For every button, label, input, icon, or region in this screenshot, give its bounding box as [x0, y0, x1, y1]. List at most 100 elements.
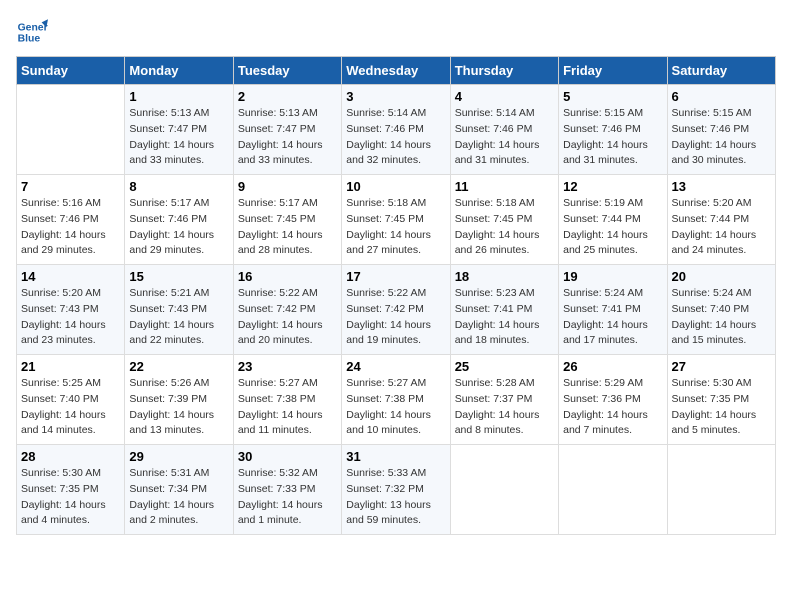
day-info: Sunrise: 5:13 AMSunset: 7:47 PMDaylight:…: [129, 106, 228, 169]
day-cell: 15 Sunrise: 5:21 AMSunset: 7:43 PMDayligh…: [125, 265, 233, 355]
day-info: Sunrise: 5:29 AMSunset: 7:36 PMDaylight:…: [563, 376, 662, 439]
header-cell-wednesday: Wednesday: [342, 57, 450, 85]
logo-icon: General Blue: [16, 16, 48, 48]
day-number: 7: [21, 179, 120, 194]
day-info: Sunrise: 5:17 AMSunset: 7:45 PMDaylight:…: [238, 196, 337, 259]
day-cell: 24 Sunrise: 5:27 AMSunset: 7:38 PMDayligh…: [342, 355, 450, 445]
calendar-body: 1 Sunrise: 5:13 AMSunset: 7:47 PMDaylight…: [17, 85, 776, 535]
day-cell: 30 Sunrise: 5:32 AMSunset: 7:33 PMDayligh…: [233, 445, 341, 535]
week-row-2: 7 Sunrise: 5:16 AMSunset: 7:46 PMDaylight…: [17, 175, 776, 265]
day-info: Sunrise: 5:14 AMSunset: 7:46 PMDaylight:…: [346, 106, 445, 169]
header-cell-saturday: Saturday: [667, 57, 775, 85]
day-cell: [559, 445, 667, 535]
day-number: 25: [455, 359, 554, 374]
day-number: 22: [129, 359, 228, 374]
day-cell: 20 Sunrise: 5:24 AMSunset: 7:40 PMDayligh…: [667, 265, 775, 355]
header-cell-thursday: Thursday: [450, 57, 558, 85]
day-cell: 23 Sunrise: 5:27 AMSunset: 7:38 PMDayligh…: [233, 355, 341, 445]
day-number: 2: [238, 89, 337, 104]
day-info: Sunrise: 5:18 AMSunset: 7:45 PMDaylight:…: [455, 196, 554, 259]
day-info: Sunrise: 5:26 AMSunset: 7:39 PMDaylight:…: [129, 376, 228, 439]
logo: General Blue: [16, 16, 48, 48]
day-info: Sunrise: 5:31 AMSunset: 7:34 PMDaylight:…: [129, 466, 228, 529]
day-info: Sunrise: 5:33 AMSunset: 7:32 PMDaylight:…: [346, 466, 445, 529]
day-cell: 11 Sunrise: 5:18 AMSunset: 7:45 PMDayligh…: [450, 175, 558, 265]
day-number: 11: [455, 179, 554, 194]
day-cell: 28 Sunrise: 5:30 AMSunset: 7:35 PMDayligh…: [17, 445, 125, 535]
day-number: 12: [563, 179, 662, 194]
header-cell-sunday: Sunday: [17, 57, 125, 85]
day-info: Sunrise: 5:23 AMSunset: 7:41 PMDaylight:…: [455, 286, 554, 349]
day-number: 5: [563, 89, 662, 104]
week-row-5: 28 Sunrise: 5:30 AMSunset: 7:35 PMDayligh…: [17, 445, 776, 535]
day-number: 23: [238, 359, 337, 374]
day-cell: [450, 445, 558, 535]
day-cell: 2 Sunrise: 5:13 AMSunset: 7:47 PMDaylight…: [233, 85, 341, 175]
day-info: Sunrise: 5:27 AMSunset: 7:38 PMDaylight:…: [346, 376, 445, 439]
week-row-1: 1 Sunrise: 5:13 AMSunset: 7:47 PMDaylight…: [17, 85, 776, 175]
day-cell: 22 Sunrise: 5:26 AMSunset: 7:39 PMDayligh…: [125, 355, 233, 445]
day-cell: 4Sunrise: 5:14 AMSunset: 7:46 PMDaylight…: [450, 85, 558, 175]
day-info: Sunrise: 5:22 AMSunset: 7:42 PMDaylight:…: [346, 286, 445, 349]
day-cell: 10 Sunrise: 5:18 AMSunset: 7:45 PMDayligh…: [342, 175, 450, 265]
day-number: 19: [563, 269, 662, 284]
day-number: 29: [129, 449, 228, 464]
day-cell: 13Sunrise: 5:20 AMSunset: 7:44 PMDayligh…: [667, 175, 775, 265]
day-cell: 26 Sunrise: 5:29 AMSunset: 7:36 PMDayligh…: [559, 355, 667, 445]
day-info: Sunrise: 5:22 AMSunset: 7:42 PMDaylight:…: [238, 286, 337, 349]
day-cell: [667, 445, 775, 535]
day-number: 6: [672, 89, 771, 104]
day-number: 21: [21, 359, 120, 374]
day-cell: 14Sunrise: 5:20 AMSunset: 7:43 PMDayligh…: [17, 265, 125, 355]
day-cell: 5Sunrise: 5:15 AMSunset: 7:46 PMDaylight…: [559, 85, 667, 175]
day-cell: 19 Sunrise: 5:24 AMSunset: 7:41 PMDayligh…: [559, 265, 667, 355]
day-cell: 21Sunrise: 5:25 AMSunset: 7:40 PMDayligh…: [17, 355, 125, 445]
day-info: Sunrise: 5:30 AMSunset: 7:35 PMDaylight:…: [672, 376, 771, 439]
day-info: Sunrise: 5:13 AMSunset: 7:47 PMDaylight:…: [238, 106, 337, 169]
header-cell-monday: Monday: [125, 57, 233, 85]
day-cell: 31Sunrise: 5:33 AMSunset: 7:32 PMDayligh…: [342, 445, 450, 535]
day-number: 14: [21, 269, 120, 284]
day-cell: 18Sunrise: 5:23 AMSunset: 7:41 PMDayligh…: [450, 265, 558, 355]
day-info: Sunrise: 5:17 AMSunset: 7:46 PMDaylight:…: [129, 196, 228, 259]
day-cell: 27 Sunrise: 5:30 AMSunset: 7:35 PMDayligh…: [667, 355, 775, 445]
day-info: Sunrise: 5:16 AMSunset: 7:46 PMDaylight:…: [21, 196, 120, 259]
day-number: 9: [238, 179, 337, 194]
day-info: Sunrise: 5:27 AMSunset: 7:38 PMDaylight:…: [238, 376, 337, 439]
day-number: 26: [563, 359, 662, 374]
day-cell: 29 Sunrise: 5:31 AMSunset: 7:34 PMDayligh…: [125, 445, 233, 535]
day-number: 28: [21, 449, 120, 464]
header-cell-friday: Friday: [559, 57, 667, 85]
day-cell: 17 Sunrise: 5:22 AMSunset: 7:42 PMDayligh…: [342, 265, 450, 355]
day-number: 17: [346, 269, 445, 284]
day-number: 30: [238, 449, 337, 464]
week-row-4: 21Sunrise: 5:25 AMSunset: 7:40 PMDayligh…: [17, 355, 776, 445]
day-number: 13: [672, 179, 771, 194]
day-number: 1: [129, 89, 228, 104]
day-info: Sunrise: 5:24 AMSunset: 7:41 PMDaylight:…: [563, 286, 662, 349]
day-cell: [17, 85, 125, 175]
day-info: Sunrise: 5:30 AMSunset: 7:35 PMDaylight:…: [21, 466, 120, 529]
day-number: 15: [129, 269, 228, 284]
day-cell: 12 Sunrise: 5:19 AMSunset: 7:44 PMDayligh…: [559, 175, 667, 265]
day-info: Sunrise: 5:24 AMSunset: 7:40 PMDaylight:…: [672, 286, 771, 349]
day-number: 24: [346, 359, 445, 374]
svg-text:Blue: Blue: [18, 34, 41, 45]
calendar-table: SundayMondayTuesdayWednesdayThursdayFrid…: [16, 56, 776, 535]
header: General Blue: [16, 16, 776, 48]
day-info: Sunrise: 5:18 AMSunset: 7:45 PMDaylight:…: [346, 196, 445, 259]
day-number: 10: [346, 179, 445, 194]
day-info: Sunrise: 5:19 AMSunset: 7:44 PMDaylight:…: [563, 196, 662, 259]
day-number: 20: [672, 269, 771, 284]
day-cell: 9 Sunrise: 5:17 AMSunset: 7:45 PMDaylight…: [233, 175, 341, 265]
calendar-header: SundayMondayTuesdayWednesdayThursdayFrid…: [17, 57, 776, 85]
day-number: 3: [346, 89, 445, 104]
day-info: Sunrise: 5:21 AMSunset: 7:43 PMDaylight:…: [129, 286, 228, 349]
day-number: 27: [672, 359, 771, 374]
day-cell: 3 Sunrise: 5:14 AMSunset: 7:46 PMDaylight…: [342, 85, 450, 175]
header-cell-tuesday: Tuesday: [233, 57, 341, 85]
day-cell: 1 Sunrise: 5:13 AMSunset: 7:47 PMDaylight…: [125, 85, 233, 175]
day-number: 8: [129, 179, 228, 194]
day-number: 16: [238, 269, 337, 284]
day-info: Sunrise: 5:32 AMSunset: 7:33 PMDaylight:…: [238, 466, 337, 529]
